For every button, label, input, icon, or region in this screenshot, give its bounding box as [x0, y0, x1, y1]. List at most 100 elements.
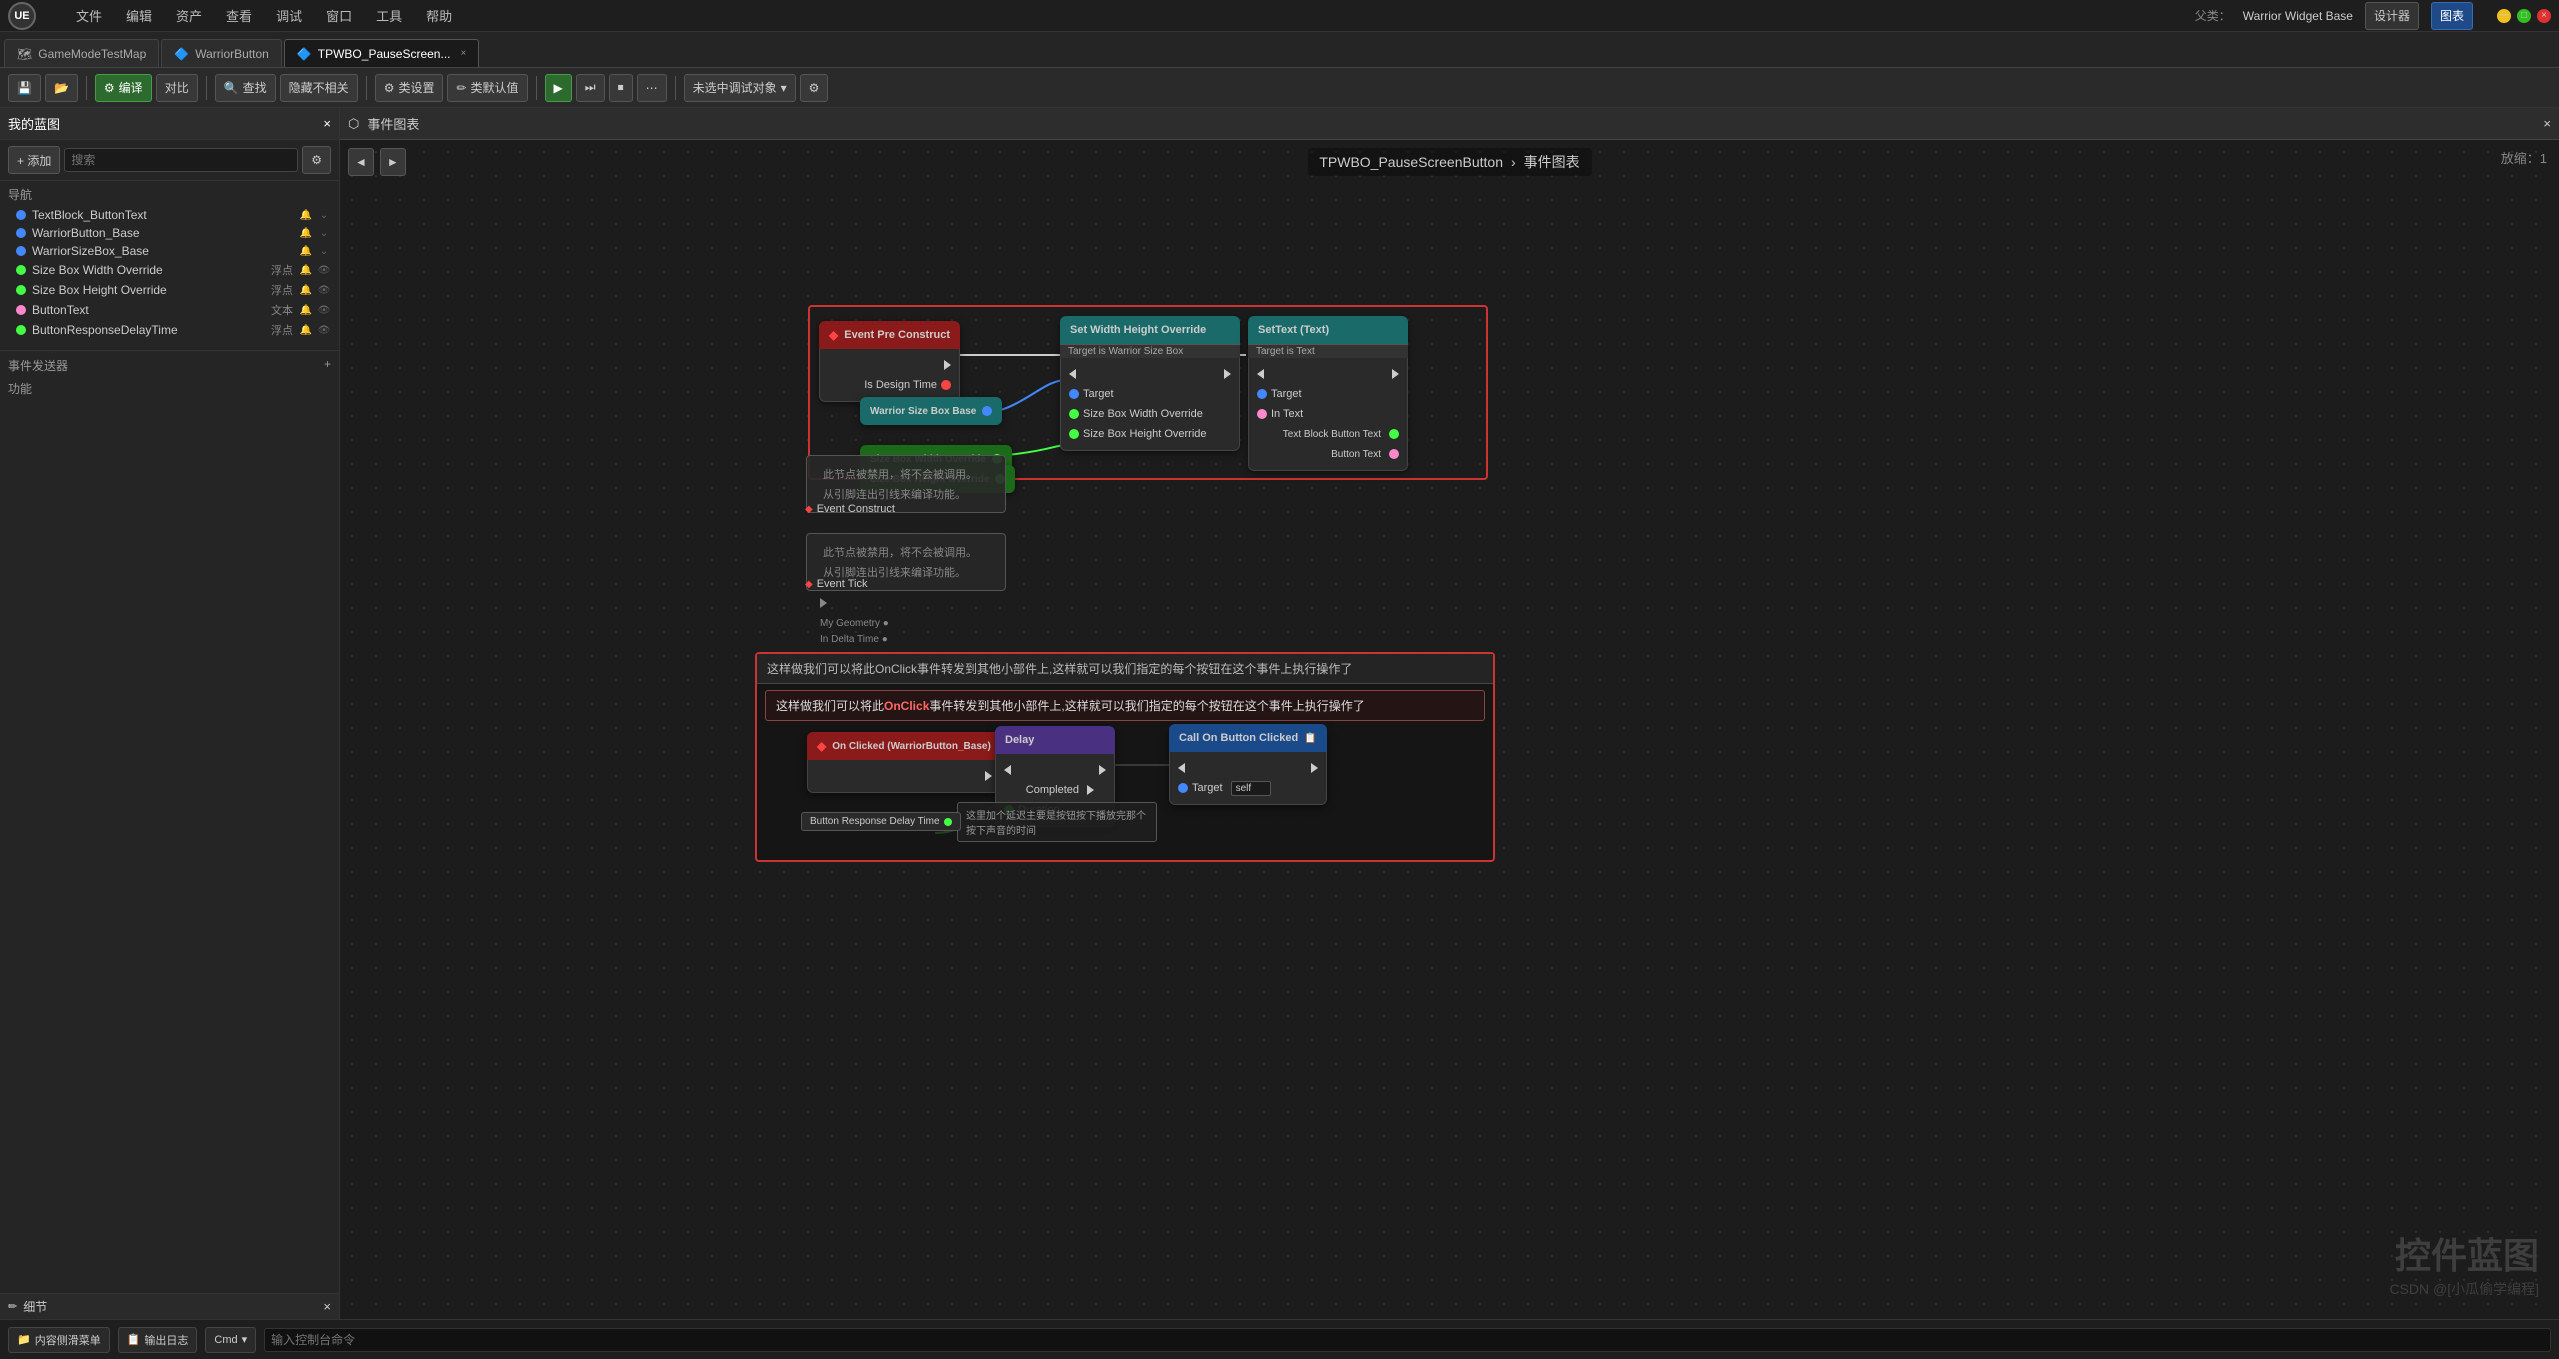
menu-asset[interactable]: 资产 [172, 4, 206, 27]
search-input[interactable] [64, 148, 298, 172]
var-buttontext[interactable]: ButtonText 文本 🔔 👁 [0, 300, 339, 320]
var-expand-icon2[interactable]: ⌄ [317, 226, 331, 240]
node-body: Is Design Time [819, 349, 960, 402]
compare-button[interactable]: 对比 [156, 74, 198, 102]
var-expand-icon3[interactable]: ⌄ [317, 244, 331, 258]
compile-button[interactable]: ⚙ 编译 [95, 74, 152, 102]
var-eye-icon4[interactable]: 👁 [317, 323, 331, 337]
content-browser-button[interactable]: 📁 内容侧滑菜单 [8, 1327, 110, 1353]
var-bell-icon2[interactable]: 🔔 [299, 226, 313, 240]
tab-warriorbutton[interactable]: 🔷 WarriorButton [161, 39, 282, 67]
node-warrior-sizebox[interactable]: Warrior Size Box Base [860, 397, 1002, 425]
panel-close-icon[interactable]: × [323, 116, 331, 131]
var-eye-icon2[interactable]: 👁 [317, 283, 331, 297]
menu-tools[interactable]: 工具 [372, 4, 406, 27]
minimize-button[interactable]: ─ [2497, 9, 2511, 23]
node-set-width-height[interactable]: Set Width Height Override Target is Warr… [1060, 316, 1240, 451]
var-bell-icon[interactable]: 🔔 [299, 208, 313, 222]
var-dot-delay [16, 325, 26, 335]
console-input[interactable] [264, 1328, 2551, 1352]
save-button[interactable]: 💾 [8, 74, 41, 102]
var-eye-icon[interactable]: 👁 [317, 263, 331, 277]
node-subtitle: Target is Text [1248, 344, 1408, 358]
pin-in-text: In Text [1249, 404, 1407, 424]
exec-out-icon [1224, 369, 1231, 379]
var-bell-icon4[interactable]: 🔔 [299, 263, 313, 277]
class-settings-button[interactable]: ⚙ 类设置 [375, 74, 444, 102]
find-button[interactable]: 🔍 查找 [215, 74, 276, 102]
nav-back-button[interactable]: ◄ [348, 148, 374, 176]
node-body: Target Size Box Width Override Size Box … [1060, 358, 1240, 451]
var-expand-icon[interactable]: ⌄ [317, 208, 331, 222]
event-graph-label: 事件图表 [367, 114, 419, 133]
var-sizeboxheight-override[interactable]: Size Box Height Override 浮点 🔔 👁 [0, 280, 339, 300]
delay-note: 这里加个延迟主要是按钮按下播放完那个按下声音的时间 [957, 802, 1157, 842]
debug-extras-button[interactable]: ⚙ [800, 74, 829, 102]
nav-forward-button[interactable]: ► [380, 148, 406, 176]
pin-completed: Completed [996, 780, 1114, 800]
node-header: SetText (Text) [1248, 316, 1408, 344]
menu-debug[interactable]: 调试 [272, 4, 306, 27]
target-value: self [1231, 781, 1271, 796]
settings-icon-button[interactable]: ⚙ [302, 146, 331, 174]
var-bell-icon6[interactable]: 🔔 [299, 303, 313, 317]
pin-is-design-time: Is Design Time [820, 375, 959, 395]
more-options-button[interactable]: ⋯ [637, 74, 667, 102]
node-event-construct-label[interactable]: ◆ Event Construct [805, 503, 895, 515]
class-defaults-button[interactable]: ✏ 类默认值 [447, 74, 527, 102]
graph-view-button[interactable]: 图表 [2431, 2, 2473, 30]
tab-gamemodetest[interactable]: 🗺 GameModeTestMap [4, 39, 159, 67]
node-button-response-delay[interactable]: Button Response Delay Time [801, 812, 961, 831]
menu-help[interactable]: 帮助 [422, 4, 456, 27]
menu-view[interactable]: 查看 [222, 4, 256, 27]
node-set-text[interactable]: SetText (Text) Target is Text Target [1248, 316, 1408, 471]
btntext-dot [1389, 449, 1399, 459]
var-bell-icon5[interactable]: 🔔 [299, 283, 313, 297]
node-header: ◆ Event Pre Construct [819, 321, 960, 349]
tab-tpwbo[interactable]: 🔷 TPWBO_PauseScreen... × [284, 39, 480, 67]
var-buttonresponsedelaytime[interactable]: ButtonResponseDelayTime 浮点 🔔 👁 [0, 320, 339, 340]
pin-exec-out [808, 766, 1000, 786]
section-functions[interactable]: 功能 [0, 377, 339, 400]
design-view-button[interactable]: 设计器 [2365, 2, 2419, 30]
step-button[interactable]: ⏭ [576, 74, 605, 102]
var-eye-icon3[interactable]: 👁 [317, 303, 331, 317]
var-warriorsizebox-base[interactable]: WarriorSizeBox_Base 🔔 ⌄ [0, 242, 339, 260]
event-panel-close-icon[interactable]: × [2543, 116, 2551, 131]
var-bell-icon7[interactable]: 🔔 [299, 323, 313, 337]
blueprint-canvas[interactable]: ◄ ► TPWBO_PauseScreenButton › 事件图表 放缩：1 [340, 140, 2559, 1319]
blueprint-canvas-area[interactable]: ⬡ 事件图表 × ◄ ► TPWBO_PauseScreenButton › 事… [340, 108, 2559, 1319]
add-dispatcher-icon[interactable]: + [324, 357, 331, 371]
close-button[interactable]: × [2537, 9, 2551, 23]
maximize-button[interactable]: □ [2517, 9, 2531, 23]
var-sizeboxwidth-override[interactable]: Size Box Width Override 浮点 🔔 👁 [0, 260, 339, 280]
section-navigation[interactable]: 导航 [0, 183, 339, 206]
play-button[interactable]: ▶ [545, 74, 572, 102]
node-on-clicked[interactable]: ◆ On Clicked (WarriorButton_Base) [807, 732, 1001, 793]
menu-edit[interactable]: 编辑 [122, 4, 156, 27]
menu-file[interactable]: 文件 [72, 4, 106, 27]
var-bell-icon3[interactable]: 🔔 [299, 244, 313, 258]
tab-close-icon[interactable]: × [461, 48, 467, 59]
var-textblock-buttontext[interactable]: TextBlock_ButtonText 🔔 ⌄ [0, 206, 339, 224]
output-log-button[interactable]: 📋 输出日志 [118, 1327, 198, 1353]
design-time-dot [941, 380, 951, 390]
var-warriorbutton-base[interactable]: WarriorButton_Base 🔔 ⌄ [0, 224, 339, 242]
add-button[interactable]: + 添加 [8, 146, 60, 174]
exec-out-icon [1311, 763, 1318, 773]
node-details-icon[interactable]: 📋 [1304, 733, 1316, 744]
node-event-tick-label[interactable]: ◆ Event Tick [805, 578, 867, 590]
pin-target: Target self [1170, 778, 1326, 798]
detail-close-icon[interactable]: × [323, 1299, 331, 1314]
section-event-dispatcher[interactable]: 事件发送器 + [0, 350, 339, 377]
debug-target-button[interactable]: 未选中调试对象 ▾ [684, 74, 796, 102]
node-event-pre-construct[interactable]: ◆ Event Pre Construct Is Design Time [819, 321, 960, 402]
stop-button[interactable]: ⏹ [609, 74, 633, 102]
hide-unrelated-button[interactable]: 隐藏不相关 [280, 74, 358, 102]
menu-window[interactable]: 窗口 [322, 4, 356, 27]
browse-button[interactable]: 📂 [45, 74, 78, 102]
pin-width: Size Box Width Override [1061, 404, 1239, 424]
watermark-big-text: 控件蓝图 [2389, 1227, 2539, 1279]
cmd-button[interactable]: Cmd ▾ [205, 1327, 256, 1353]
node-call-on-button-clicked[interactable]: Call On Button Clicked 📋 Target self [1169, 724, 1327, 805]
